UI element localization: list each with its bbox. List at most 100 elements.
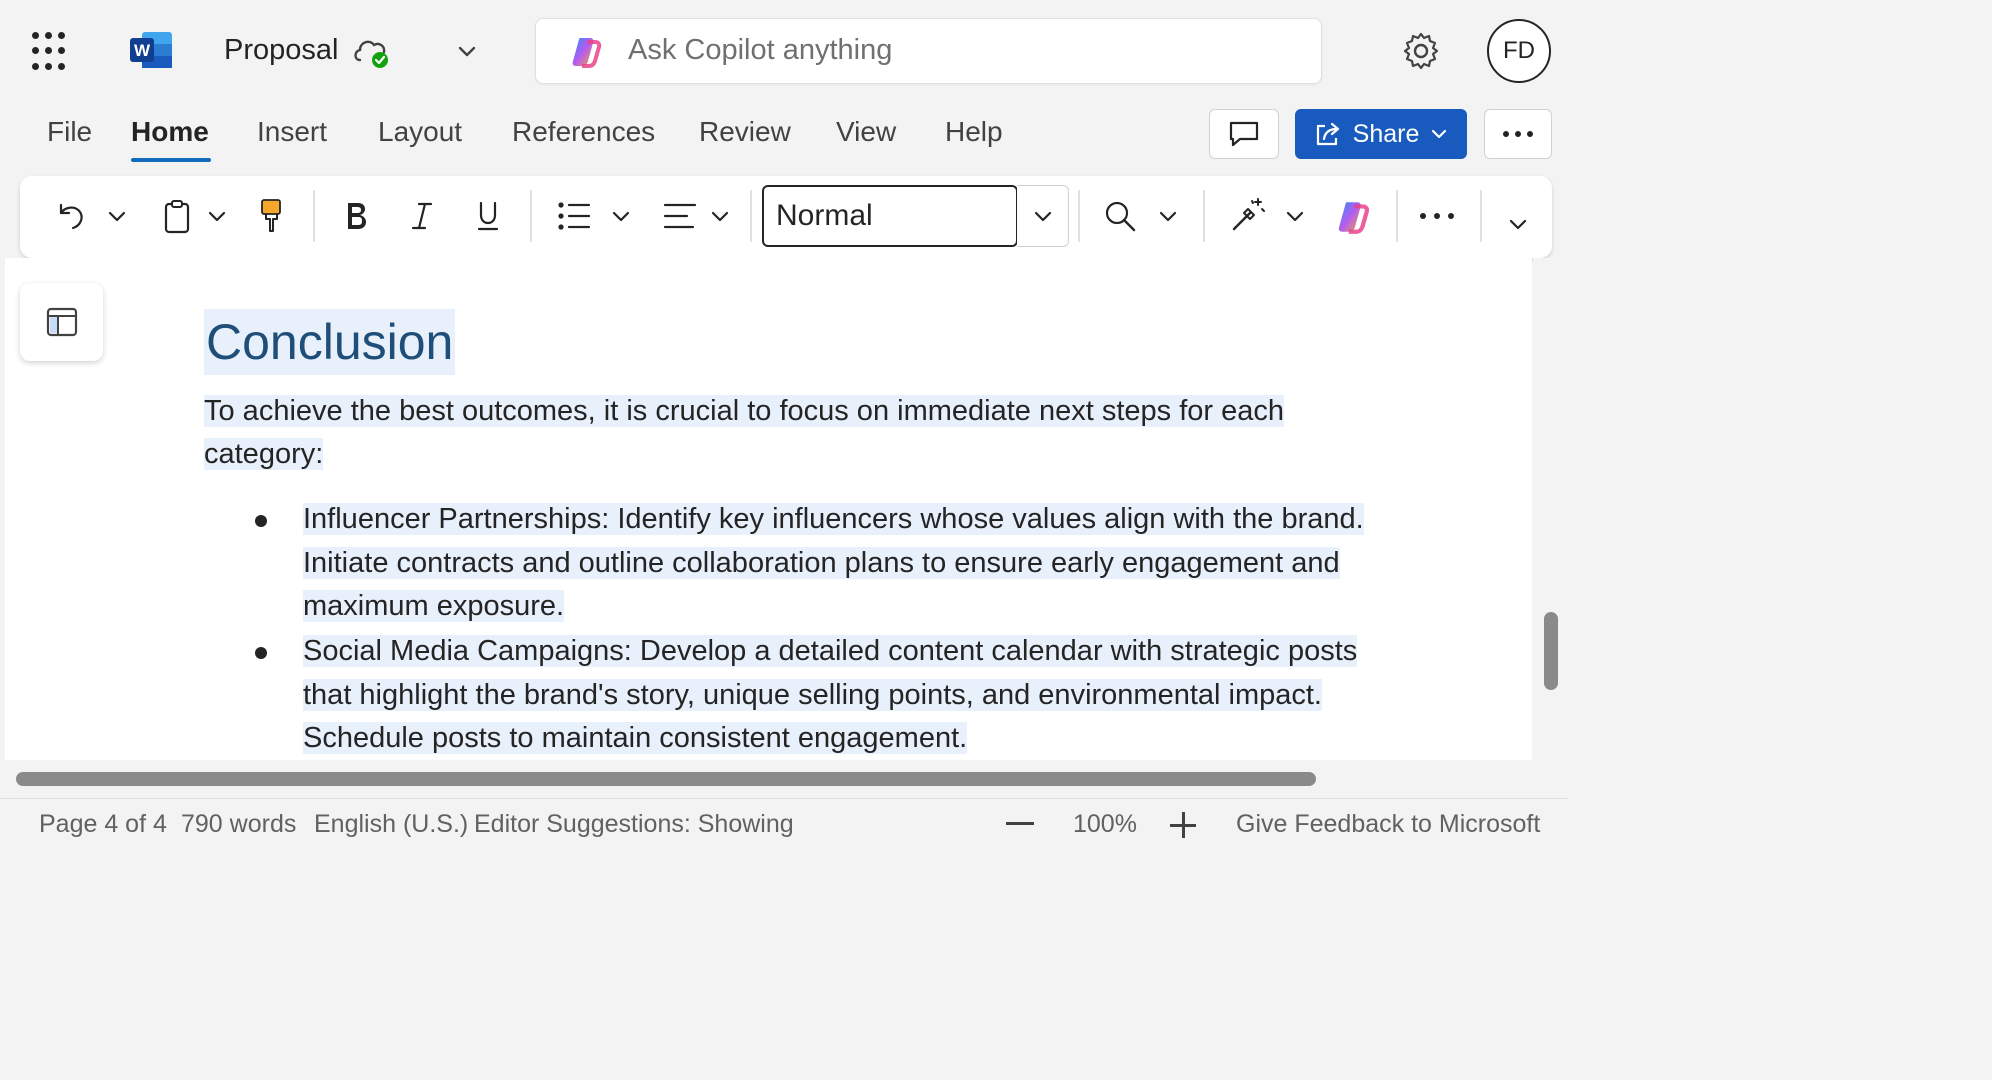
- chevron-down-icon: [711, 211, 729, 222]
- list-item-line: Influencer Partnerships: Identify key in…: [303, 503, 1364, 535]
- comments-button[interactable]: [1209, 109, 1279, 159]
- list-item[interactable]: Influencer Partnerships: Identify key in…: [303, 498, 1493, 629]
- app-launcher-icon[interactable]: [30, 30, 74, 74]
- format-painter-icon: [261, 199, 281, 232]
- heading-conclusion[interactable]: Conclusion: [204, 309, 456, 375]
- copilot-placeholder: Ask Copilot anything: [628, 34, 893, 66]
- svg-text:W: W: [134, 41, 151, 60]
- copilot-button[interactable]: [1332, 196, 1374, 238]
- style-select[interactable]: Normal: [762, 185, 1018, 247]
- word-count[interactable]: 790 words: [181, 810, 296, 839]
- tab-references[interactable]: References: [512, 116, 655, 148]
- format-painter-button[interactable]: [252, 196, 290, 236]
- chevron-down-icon: [612, 211, 630, 222]
- chevron-down-icon: [1432, 129, 1447, 139]
- horizontal-scroll-thumb[interactable]: [16, 772, 1316, 786]
- bullet-marker: [255, 647, 267, 659]
- tab-review[interactable]: Review: [699, 116, 791, 148]
- editor-button[interactable]: [1226, 194, 1270, 236]
- share-button[interactable]: Share: [1295, 109, 1467, 159]
- undo-dropdown[interactable]: [102, 200, 132, 232]
- intro-paragraph[interactable]: To achieve the best outcomes, it is cruc…: [204, 390, 1434, 476]
- document-title[interactable]: Proposal: [224, 34, 338, 67]
- bullet-marker: [255, 515, 267, 527]
- toolbar-separator: [530, 190, 532, 242]
- intro-line: category:: [204, 438, 324, 470]
- paste-button[interactable]: [158, 196, 196, 236]
- tab-home[interactable]: Home: [131, 116, 209, 148]
- italic-button[interactable]: [402, 196, 442, 236]
- bullets-button[interactable]: [554, 196, 594, 236]
- chevron-down-icon: [108, 211, 126, 222]
- tab-insert[interactable]: Insert: [257, 116, 327, 148]
- more-icon: [1503, 131, 1533, 137]
- editor-dropdown[interactable]: [1280, 200, 1310, 232]
- tab-file[interactable]: File: [47, 116, 92, 148]
- paste-dropdown[interactable]: [202, 200, 232, 232]
- navigation-pane-button[interactable]: [20, 283, 103, 361]
- more-icon: [1420, 213, 1454, 219]
- navigation-pane-icon: [46, 307, 77, 337]
- toolbar-more-button[interactable]: [1416, 200, 1458, 232]
- toolbar-separator: [750, 190, 752, 242]
- list-item-line: Social Media Campaigns: Develop a detail…: [303, 635, 1358, 667]
- page-count[interactable]: Page 4 of 4: [39, 810, 167, 839]
- avatar[interactable]: FD: [1487, 19, 1551, 83]
- toolbar-separator: [1203, 190, 1205, 242]
- chevron-down-icon: [1034, 211, 1051, 222]
- clipboard-icon: [164, 200, 190, 234]
- zoom-out-button[interactable]: [1006, 822, 1034, 825]
- share-label: Share: [1352, 119, 1420, 148]
- find-button[interactable]: [1100, 196, 1140, 236]
- align-dropdown[interactable]: [705, 200, 735, 232]
- copilot-icon: [572, 38, 602, 68]
- zoom-in-button[interactable]: [1182, 812, 1185, 838]
- toolbar-separator: [1078, 190, 1080, 242]
- bullets-dropdown[interactable]: [606, 200, 636, 232]
- chevron-down-icon: [1509, 219, 1527, 230]
- more-options-button[interactable]: [1484, 109, 1552, 159]
- intro-line: To achieve the best outcomes, it is cruc…: [204, 395, 1284, 427]
- magic-wand-icon: [1232, 198, 1265, 231]
- cloud-saved-icon[interactable]: [352, 34, 392, 70]
- share-icon: [1316, 122, 1339, 146]
- tab-layout[interactable]: Layout: [378, 116, 462, 148]
- underline-button[interactable]: [468, 196, 508, 236]
- align-button[interactable]: [660, 196, 700, 236]
- underline-icon: [477, 201, 499, 231]
- list-item-line: Initiate contracts and outline collabora…: [303, 546, 1340, 579]
- gear-icon[interactable]: [1400, 30, 1442, 72]
- toolbar-separator: [1480, 190, 1482, 242]
- feedback-link[interactable]: Give Feedback to Microsoft: [1236, 810, 1540, 839]
- language-status[interactable]: English (U.S.): [314, 810, 468, 839]
- undo-button[interactable]: [50, 196, 90, 236]
- search-icon: [1105, 201, 1136, 232]
- bold-button[interactable]: [336, 196, 376, 236]
- bullet-list-icon: [558, 202, 591, 230]
- undo-icon: [59, 203, 83, 230]
- list-item-line: maximum exposure.: [303, 590, 565, 622]
- zoom-level[interactable]: 100%: [1073, 810, 1137, 839]
- list-item[interactable]: Social Media Campaigns: Develop a detail…: [303, 630, 1493, 761]
- tab-view[interactable]: View: [836, 116, 896, 148]
- toolbar-separator: [1396, 190, 1398, 242]
- style-dropdown-button[interactable]: [1017, 185, 1069, 247]
- list-item-line: Schedule posts to maintain consistent en…: [303, 722, 968, 754]
- tab-help[interactable]: Help: [945, 116, 1003, 148]
- find-dropdown[interactable]: [1153, 200, 1183, 232]
- word-logo-icon: W: [130, 32, 172, 68]
- chevron-down-icon: [1159, 211, 1177, 222]
- chevron-down-icon: [208, 211, 226, 222]
- toolbar-separator: [313, 190, 315, 242]
- editor-suggestions-status[interactable]: Editor Suggestions: Showing: [474, 810, 794, 839]
- expand-ribbon-button[interactable]: [1502, 208, 1534, 240]
- chevron-down-icon: [1286, 211, 1304, 222]
- active-tab-indicator: [131, 158, 211, 162]
- bold-icon: [348, 203, 366, 229]
- comment-icon: [1229, 121, 1259, 147]
- vertical-scroll-thumb[interactable]: [1544, 612, 1558, 690]
- copilot-icon: [1338, 202, 1370, 234]
- list-item-line: that highlight the brand's story, unique…: [303, 678, 1322, 711]
- chevron-down-icon[interactable]: [452, 36, 482, 66]
- align-left-icon: [663, 203, 697, 229]
